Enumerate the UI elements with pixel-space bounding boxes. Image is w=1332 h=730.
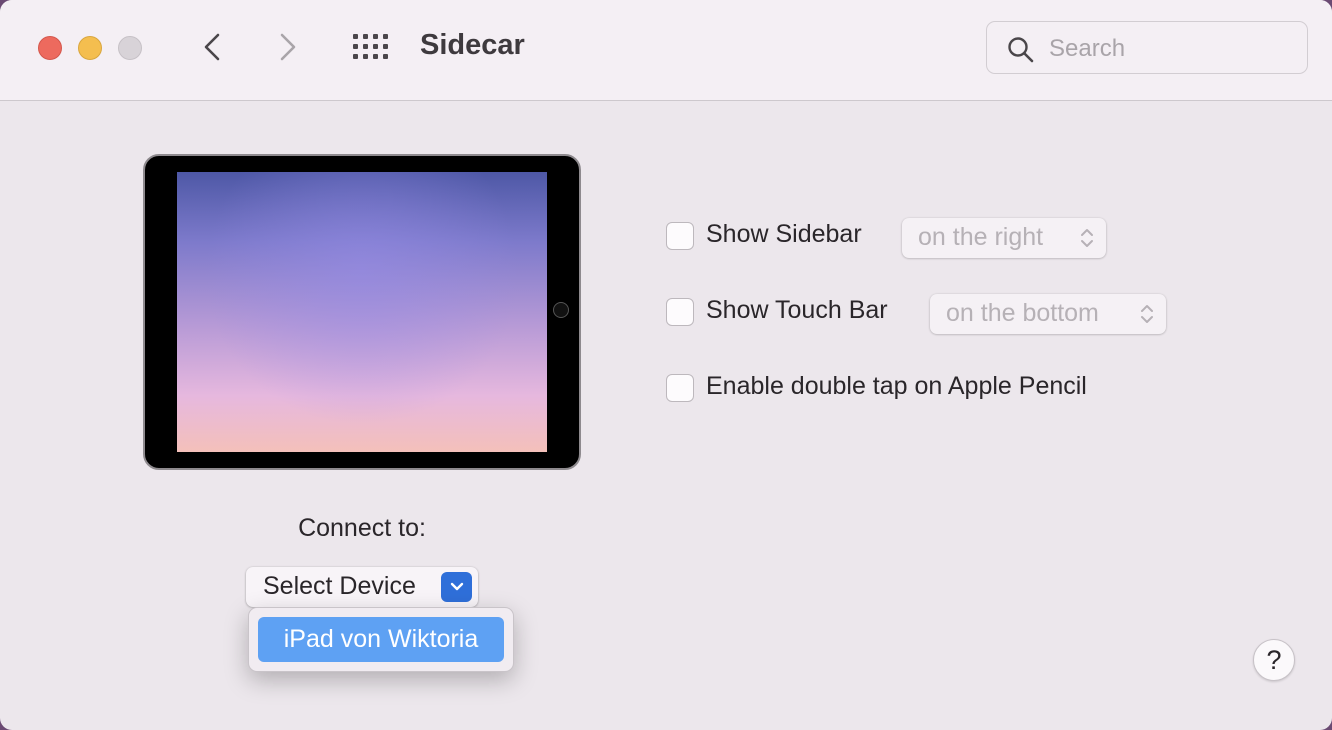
connect-to-label: Connect to: xyxy=(298,514,426,542)
double-tap-label: Enable double tap on Apple Pencil xyxy=(706,372,1087,400)
window-title: Sidecar xyxy=(420,29,525,61)
close-button[interactable] xyxy=(38,36,62,60)
sidebar-position-select[interactable]: on the right xyxy=(902,218,1106,258)
forward-button[interactable] xyxy=(270,30,306,66)
sidebar-position-value: on the right xyxy=(918,223,1044,251)
search-input[interactable] xyxy=(1047,30,1291,68)
minimize-button[interactable] xyxy=(78,36,102,60)
ipad-preview xyxy=(143,154,581,470)
select-chevron-button xyxy=(441,572,472,602)
device-option[interactable]: iPad von Wiktoria xyxy=(258,617,504,662)
show-touch-bar-checkbox[interactable] xyxy=(666,298,694,326)
show-all-button[interactable] xyxy=(352,30,390,64)
grid-icon xyxy=(353,34,388,59)
preferences-window: Sidecar Connect to: Select Device iPad v… xyxy=(0,0,1332,730)
search-field[interactable] xyxy=(986,21,1308,74)
ipad-screen xyxy=(177,172,547,452)
zoom-button[interactable] xyxy=(118,36,142,60)
up-down-chevron-icon xyxy=(1081,229,1093,247)
touch-bar-position-select[interactable]: on the bottom xyxy=(930,294,1166,334)
help-button[interactable]: ? xyxy=(1253,639,1295,681)
device-select-label: Select Device xyxy=(263,572,416,600)
show-touch-bar-label: Show Touch Bar xyxy=(706,296,888,324)
device-dropdown-menu: iPad von Wiktoria xyxy=(248,607,514,672)
device-select[interactable]: Select Device xyxy=(246,567,478,607)
show-sidebar-label: Show Sidebar xyxy=(706,220,862,248)
home-button-graphic xyxy=(553,302,569,318)
touch-bar-position-value: on the bottom xyxy=(946,299,1099,327)
toolbar: Sidecar xyxy=(0,0,1332,101)
double-tap-checkbox[interactable] xyxy=(666,374,694,402)
show-sidebar-checkbox[interactable] xyxy=(666,222,694,250)
search-icon xyxy=(1008,37,1034,63)
chevron-down-icon xyxy=(450,582,464,591)
up-down-chevron-icon xyxy=(1141,305,1153,323)
chevron-left-icon xyxy=(204,33,220,61)
back-button[interactable] xyxy=(196,30,232,66)
chevron-right-icon xyxy=(280,33,296,61)
